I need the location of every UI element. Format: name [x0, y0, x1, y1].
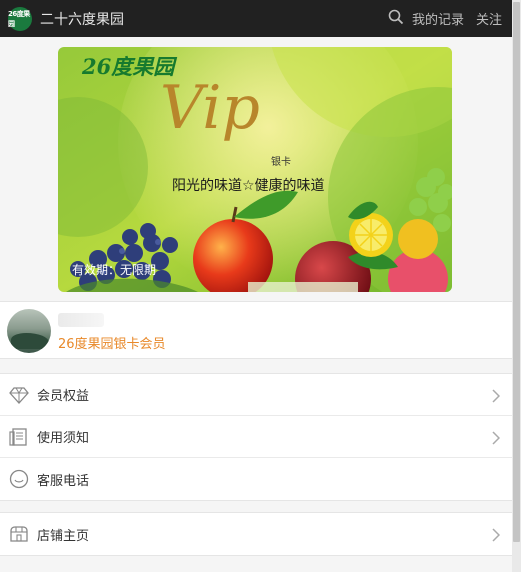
chat-bubble-icon — [8, 468, 30, 490]
member-card: 26度果园 Vip 银卡 阳光的味道☆健康的味道 有效期：无限期 — [58, 47, 452, 292]
shop-name[interactable]: 二十六度果园 — [40, 9, 124, 29]
scrollbar[interactable] — [512, 0, 521, 572]
chevron-right-icon — [492, 430, 501, 449]
menu-item-service[interactable]: 客服电话 — [0, 458, 512, 500]
follow-button[interactable]: 关注 — [476, 9, 502, 28]
card-validity: 有效期：无限期 — [72, 263, 157, 277]
store-icon — [8, 523, 30, 545]
menu-group-main: 会员权益 使用须知 客服电话 — [0, 373, 512, 501]
logo-text: 26度果园 — [8, 9, 30, 28]
page-content: 26度果园 Vip 银卡 阳光的味道☆健康的味道 有效期：无限期 26度果园银卡… — [0, 37, 512, 572]
document-icon — [8, 426, 30, 448]
menu-item-label: 店铺主页 — [37, 528, 90, 544]
shop-logo[interactable]: 26度果园 — [8, 6, 32, 31]
member-level: 26度果园银卡会员 — [58, 337, 166, 352]
scrollbar-thumb[interactable] — [513, 2, 520, 542]
member-info: 26度果园银卡会员 — [0, 301, 512, 359]
card-section: 26度果园 Vip 银卡 阳光的味道☆健康的味道 有效期：无限期 — [0, 37, 512, 300]
menu-item-benefits[interactable]: 会员权益 — [0, 374, 512, 416]
username-blurred — [58, 313, 104, 327]
diamond-icon — [8, 384, 30, 406]
vip-logo-text: Vip — [160, 73, 260, 143]
card-slogan: 阳光的味道☆健康的味道 — [172, 178, 325, 194]
card-type-label: 银卡 — [271, 157, 291, 168]
menu-item-notice[interactable]: 使用须知 — [0, 416, 512, 458]
chevron-right-icon — [492, 527, 501, 546]
chevron-right-icon — [492, 388, 501, 407]
avatar — [7, 309, 51, 353]
top-bar: 26度果园 二十六度果园 我的记录 关注 — [0, 0, 512, 37]
my-records-link[interactable]: 我的记录 — [412, 9, 464, 28]
menu-item-label: 客服电话 — [37, 473, 90, 489]
menu-item-label: 使用须知 — [37, 431, 90, 446]
menu-group-shop: 店铺主页 — [0, 512, 512, 556]
menu-item-label: 会员权益 — [37, 389, 90, 404]
search-icon[interactable] — [388, 9, 404, 29]
menu-item-shop-home[interactable]: 店铺主页 — [0, 513, 512, 555]
